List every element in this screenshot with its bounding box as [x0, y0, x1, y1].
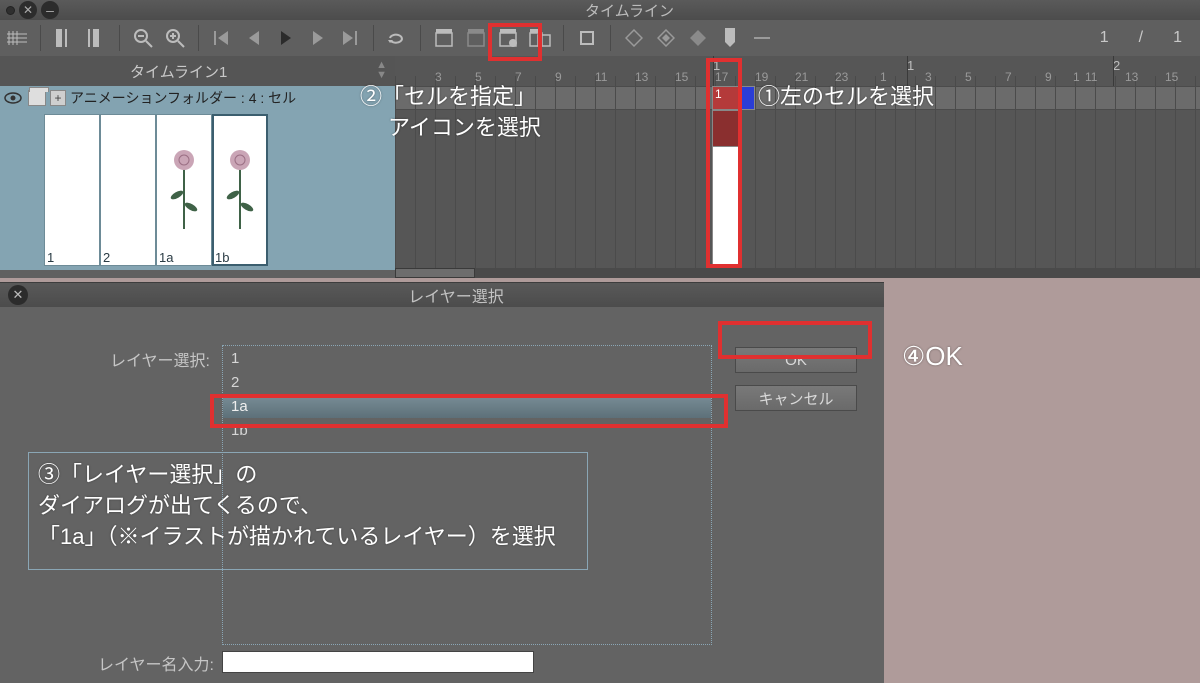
- go-last-icon[interactable]: [339, 27, 361, 49]
- h-scrollbar[interactable]: [395, 268, 1200, 278]
- ok-label: OK: [785, 352, 807, 369]
- list-item-selected[interactable]: 1a: [223, 394, 711, 418]
- cancel-button[interactable]: キャンセル: [735, 385, 857, 411]
- list-item[interactable]: 1: [223, 346, 711, 370]
- dialog-title: レイヤー選択: [28, 283, 884, 307]
- list-label: レイヤー選択:: [100, 347, 210, 371]
- delete-cel-icon[interactable]: [576, 27, 598, 49]
- timeline-toolbar: 1 / 1: [0, 20, 1200, 56]
- marker-icon[interactable]: [719, 27, 741, 49]
- list-item-label: 1: [231, 350, 239, 367]
- clip-start-icon[interactable]: [53, 27, 75, 49]
- new-folder-cel-icon[interactable]: [465, 27, 487, 49]
- cel-number: 1: [715, 87, 722, 101]
- specify-cel-icon[interactable]: [497, 27, 519, 49]
- close-icon[interactable]: ✕: [8, 285, 28, 305]
- step-fwd-icon[interactable]: [307, 27, 329, 49]
- timeline-tree: タイムライン1 ▲▼ + アニメーションフォルダー : 4 : セル 1 2 1…: [0, 56, 395, 278]
- timeline-panel: ✕ – タイムライン 1 / 1: [0, 0, 1200, 278]
- scrollbar-thumb[interactable]: [395, 268, 475, 278]
- step-back-icon[interactable]: [243, 27, 265, 49]
- folder-icon: [28, 90, 46, 106]
- onion-settings-icon[interactable]: [623, 27, 645, 49]
- dialog-titlebar: ✕ レイヤー選択: [0, 283, 884, 307]
- cel-thumb[interactable]: 1: [44, 114, 100, 266]
- timeline-name-header[interactable]: タイムライン1 ▲▼: [0, 56, 395, 86]
- rose-icon: [167, 147, 201, 233]
- cel-block[interactable]: [712, 146, 740, 278]
- cel-block-selected[interactable]: 1: [712, 86, 740, 110]
- cel-label: 1a: [159, 250, 173, 265]
- settings-icon[interactable]: [6, 27, 28, 49]
- input-label: レイヤー名入力:: [84, 651, 214, 675]
- list-item-label: 1a: [231, 398, 248, 415]
- go-first-icon[interactable]: [211, 27, 233, 49]
- annotation-4: ④OK: [902, 338, 963, 374]
- cancel-label: キャンセル: [758, 388, 833, 409]
- close-icon[interactable]: ✕: [19, 1, 37, 19]
- cel-block[interactable]: [741, 86, 755, 110]
- page-total: 1: [1173, 29, 1182, 47]
- folder-label: アニメーションフォルダー : 4 : セル: [70, 88, 296, 108]
- new-cel-icon[interactable]: [433, 27, 455, 49]
- cel-label: 2: [103, 250, 110, 265]
- timeline-tracks[interactable]: 357911131517192123357911131511112 1: [395, 56, 1200, 278]
- onion-prev-icon[interactable]: [655, 27, 677, 49]
- visibility-icon[interactable]: [4, 92, 24, 104]
- menu-icon[interactable]: [6, 6, 15, 15]
- ok-button[interactable]: OK: [735, 347, 857, 373]
- timeline-name: タイムライン1: [130, 61, 227, 82]
- cel-label: 1b: [215, 250, 229, 265]
- onion-enable-icon[interactable]: [687, 27, 709, 49]
- timeline-title: タイムライン: [59, 0, 1200, 21]
- timeline-ruler[interactable]: 357911131517192123357911131511112: [395, 56, 1200, 86]
- layer-name-input[interactable]: [222, 651, 534, 673]
- sort-arrows-icon[interactable]: ▲▼: [376, 60, 387, 80]
- loop-icon[interactable]: [386, 27, 408, 49]
- batch-cel-icon[interactable]: [529, 27, 551, 49]
- play-icon[interactable]: [275, 27, 297, 49]
- expand-icon[interactable]: +: [50, 90, 66, 106]
- divider-icon[interactable]: [751, 27, 773, 49]
- cel-thumb-selected[interactable]: 1b: [212, 114, 268, 266]
- page-current: 1: [1100, 29, 1109, 47]
- rose-icon: [223, 147, 257, 233]
- page-indicator: 1 / 1: [1100, 20, 1182, 56]
- cel-thumb[interactable]: 2: [100, 114, 156, 266]
- page-sep: /: [1139, 29, 1143, 47]
- list-item-label: 1b: [231, 422, 248, 439]
- track-area[interactable]: [395, 86, 1200, 278]
- list-item[interactable]: 2: [223, 370, 711, 394]
- cel-thumbnails: 1 2 1a 1b: [0, 110, 395, 270]
- zoom-out-icon[interactable]: [132, 27, 154, 49]
- annotation-frame: [28, 452, 588, 570]
- animation-folder-row[interactable]: + アニメーションフォルダー : 4 : セル: [0, 86, 395, 110]
- clip-end-icon[interactable]: [85, 27, 107, 49]
- zoom-in-icon[interactable]: [164, 27, 186, 49]
- cel-label: 1: [47, 250, 54, 265]
- list-item[interactable]: 1b: [223, 418, 711, 442]
- timeline-titlebar: ✕ – タイムライン: [0, 0, 1200, 20]
- minimize-icon[interactable]: –: [41, 1, 59, 19]
- list-item-label: 2: [231, 374, 239, 391]
- cel-thumb[interactable]: 1a: [156, 114, 212, 266]
